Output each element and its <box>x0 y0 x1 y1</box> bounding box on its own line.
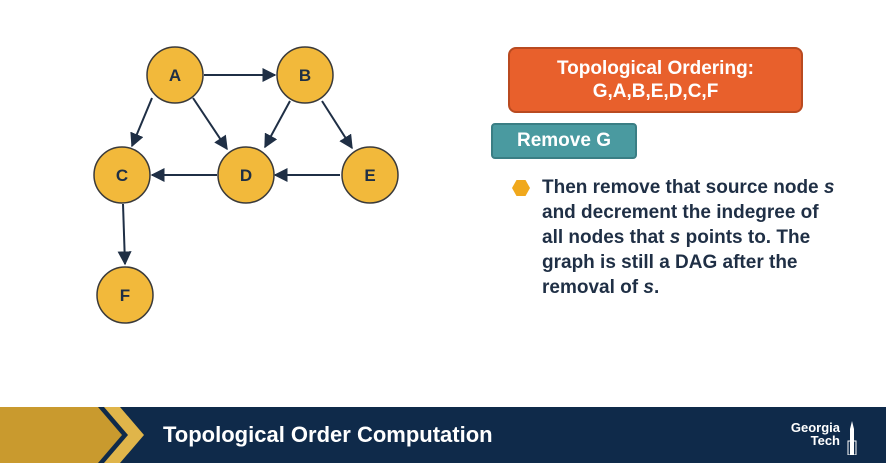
svg-text:C: C <box>116 166 128 185</box>
bullet-var-s: s <box>823 177 835 198</box>
edge-c-f <box>117 203 132 266</box>
dag-diagram: A B C D E F <box>93 46 399 324</box>
hexagon-bullet-icon <box>512 180 530 196</box>
step-label: Remove G <box>517 130 611 151</box>
node-c: C <box>93 146 151 204</box>
ordering-title: Topological Ordering: <box>556 58 755 79</box>
node-d: D <box>217 146 275 204</box>
node-e: E <box>341 146 399 204</box>
bullet-text-part1: Then remove that source node <box>542 177 824 198</box>
node-f: F <box>96 266 154 324</box>
chevron-icon <box>0 407 144 463</box>
bullet-var-s: s <box>669 227 681 248</box>
bullet-text: Then remove that source node s and decre… <box>542 175 842 300</box>
edge-a-d <box>192 97 228 151</box>
svg-text:E: E <box>364 166 375 185</box>
bullet-text-part4: . <box>653 277 660 298</box>
node-b: B <box>276 46 334 104</box>
edge-b-d <box>264 100 291 149</box>
svg-text:A: A <box>169 66 181 85</box>
node-a: A <box>146 46 204 104</box>
footer-title: Topological Order Computation <box>163 422 493 447</box>
step-label-box: Remove G <box>491 123 637 159</box>
svg-text:D: D <box>240 166 252 185</box>
ordering-sequence: G,A,B,E,D,C,F <box>592 81 719 102</box>
georgia-tech-logo: Georgia Tech <box>782 421 858 455</box>
footer-bar: Topological Order Computation Georgia Te… <box>0 407 886 463</box>
edge-b-e <box>321 100 353 150</box>
svg-text:F: F <box>120 286 130 305</box>
slide: A B C D E F Topological Ordering: G,A,B,… <box>0 0 886 463</box>
topological-ordering-box: Topological Ordering: G,A,B,E,D,C,F <box>508 47 803 113</box>
edge-a-c <box>130 97 153 148</box>
svg-text:B: B <box>299 66 311 85</box>
tower-icon <box>847 421 857 455</box>
bullet-var-s: s <box>643 277 654 298</box>
